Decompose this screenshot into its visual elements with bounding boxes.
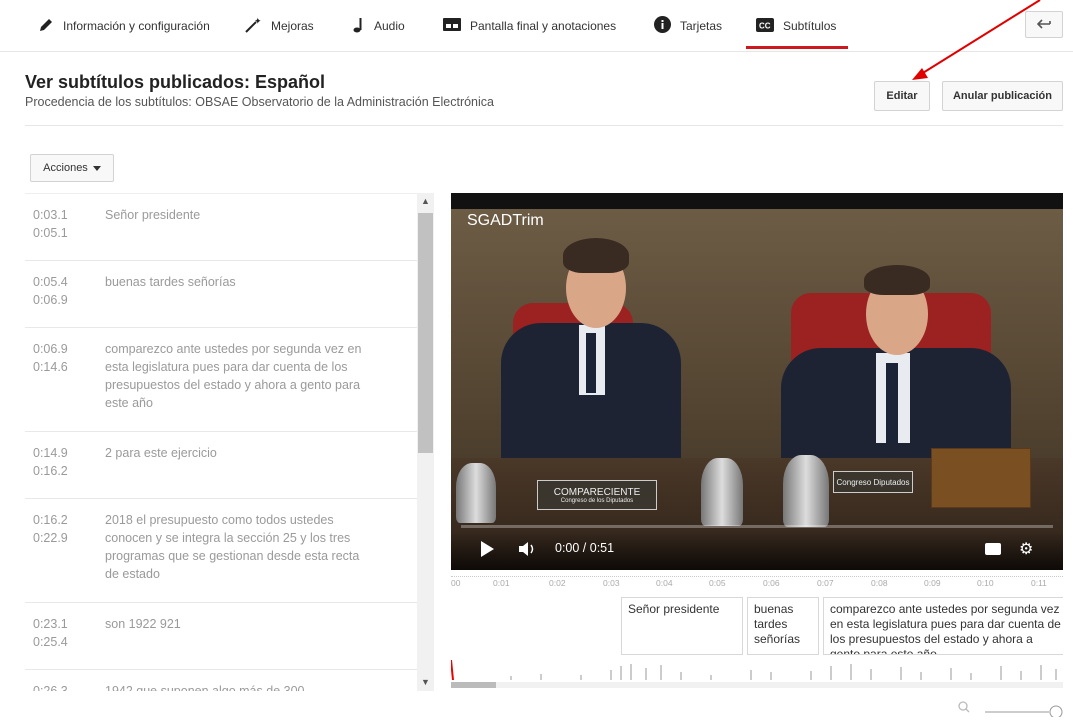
caption-text: buenas tardes señorías	[105, 275, 236, 289]
zoom-icon	[958, 701, 968, 711]
thermos	[456, 463, 496, 523]
scroll-up-icon[interactable]: ▲	[421, 196, 430, 206]
timeline-tick: 0:05	[709, 578, 726, 588]
timeline-tick: 0:01	[493, 578, 510, 588]
caption-row[interactable]: 0:05.4 0:06.9 buenas tardes señorías	[25, 261, 417, 328]
tab-label: Mejoras	[271, 19, 314, 33]
info-icon	[654, 16, 671, 36]
svg-text:✦: ✦	[254, 16, 262, 26]
hair	[864, 265, 930, 295]
caption-row[interactable]: 0:03.1 0:05.1 Señor presidente	[25, 194, 417, 261]
unpublish-button[interactable]: Anular publicación	[942, 81, 1063, 111]
tab-label: Pantalla final y anotaciones	[470, 19, 617, 33]
timeline-caption-segment[interactable]: Señor presidente	[621, 597, 743, 655]
gear-icon[interactable]: ⚙	[1019, 539, 1033, 559]
video-controls: 0:00 / 0:51 ⚙	[451, 531, 1063, 570]
caption-row[interactable]: 0:26.3 1942 que suponen algo más de 300	[25, 670, 417, 691]
caption-row[interactable]: 0:23.1 0:25.4 son 1922 921	[25, 603, 417, 670]
tab-label: Audio	[374, 19, 405, 33]
caption-text: 2 para este ejercicio	[105, 446, 217, 460]
svg-text:CC: CC	[759, 21, 771, 30]
volume-icon[interactable]	[519, 541, 539, 562]
timeline-tick: 0:10	[977, 578, 994, 588]
caption-times: 0:05.4 0:06.9	[33, 275, 68, 307]
timeline-zoom-slider[interactable]	[957, 699, 1063, 719]
timeline-scroll-thumb[interactable]	[451, 682, 496, 688]
scroll-thumb[interactable]	[418, 213, 433, 453]
timeline-tick: 0:07	[817, 578, 834, 588]
captions-toggle-icon[interactable]	[985, 543, 1001, 555]
timeline-tick: 0:11	[1031, 578, 1047, 588]
thermos	[701, 458, 743, 526]
timeline-ruler	[451, 572, 1063, 577]
page-title: Ver subtítulos publicados: Español	[25, 72, 326, 92]
caption-times: 0:23.1 0:25.4	[33, 617, 68, 649]
audio-waveform	[451, 660, 1057, 680]
caption-row[interactable]: 0:14.9 0:16.2 2 para este ejercicio	[25, 432, 417, 499]
nameplate: COMPARECIENTE Congreso de los Diputados	[537, 480, 657, 510]
caption-timeline[interactable]: 00 0:01 0:02 0:03 0:04 0:05 0:06 0:07 0:…	[451, 572, 1063, 690]
divider	[25, 125, 1063, 126]
caption-times: 0:03.1 0:05.1	[33, 208, 68, 240]
edit-button[interactable]: Editar	[874, 81, 930, 111]
tab-info-settings[interactable]: Información y configuración	[38, 14, 210, 38]
caption-times: 0:14.9 0:16.2	[33, 446, 68, 478]
tab-enhancements[interactable]: ✦ Mejoras	[244, 14, 314, 38]
tab-audio[interactable]: Audio	[353, 14, 405, 38]
timeline-tick: 0:03	[603, 578, 620, 588]
end-screen-icon	[443, 18, 461, 34]
timeline-scrollbar[interactable]	[451, 682, 1063, 688]
timeline-tick: 00	[451, 578, 461, 588]
timeline-tick: 0:06	[763, 578, 780, 588]
play-icon[interactable]	[481, 541, 494, 557]
chevron-down-icon	[92, 165, 101, 171]
music-note-icon	[353, 17, 365, 36]
timeline-caption-segment[interactable]: comparezco ante ustedes por segunda vez …	[823, 597, 1063, 655]
tab-end-screen[interactable]: Pantalla final y anotaciones	[443, 14, 616, 38]
magic-wand-icon: ✦	[244, 16, 262, 37]
caption-times: 0:06.9 0:14.6	[33, 342, 68, 374]
caption-text: Señor presidente	[105, 208, 201, 222]
video-watermark: SGADTrim	[467, 212, 544, 229]
caption-scrollbar[interactable]: ▲ ▼	[417, 193, 434, 691]
actions-dropdown[interactable]: Acciones	[30, 154, 114, 182]
caption-text: son 1922 921	[105, 617, 181, 631]
timeline-tick: 0:02	[549, 578, 566, 588]
caption-row[interactable]: 0:06.9 0:14.6 comparezco ante ustedes por…	[25, 328, 417, 432]
tab-cards[interactable]: Tarjetas	[654, 14, 722, 38]
wooden-box	[931, 448, 1031, 508]
tab-bar: Información y configuración ✦ Mejoras Au…	[0, 0, 1073, 52]
caption-times: 0:26.3	[33, 684, 68, 691]
nameplate: Congreso Diputados	[833, 471, 913, 493]
cc-icon: CC	[756, 17, 774, 35]
tie	[586, 333, 596, 393]
tab-label: Tarjetas	[680, 19, 723, 33]
pencil-icon	[38, 17, 54, 36]
timeline-tick: 0:08	[871, 578, 888, 588]
video-time: 0:00 / 0:51	[555, 541, 615, 555]
caption-source: Procedencia de los subtítulos: OBSAE Obs…	[25, 95, 494, 109]
caption-text: 2018 el presupuesto como todos ustedes c…	[105, 513, 360, 581]
tab-label: Información y configuración	[63, 19, 210, 33]
video-player[interactable]: COMPARECIENTE Congreso de los Diputados …	[451, 193, 1063, 570]
timeline-caption-segment[interactable]: buenas tardes señorías	[747, 597, 819, 655]
scroll-down-icon[interactable]: ▼	[421, 677, 430, 687]
back-arrow-icon	[1036, 16, 1051, 34]
tab-label: Subtítulos	[783, 19, 837, 33]
actions-label: Acciones	[43, 162, 88, 174]
caption-list[interactable]: 0:03.1 0:05.1 Señor presidente 0:05.4 0:06…	[25, 193, 417, 691]
video-progress-bar[interactable]	[461, 525, 1053, 528]
caption-times: 0:16.2 0:22.9	[33, 513, 68, 545]
timeline-tick: 0:09	[924, 578, 941, 588]
caption-text: comparezco ante ustedes por segunda vez …	[105, 342, 362, 410]
video-scene	[451, 193, 1063, 209]
tab-subtitles[interactable]: CC Subtítulos	[745, 14, 849, 49]
caption-row[interactable]: 0:16.2 0:22.9 2018 el presupuesto como to…	[25, 499, 417, 603]
thermos	[783, 455, 829, 527]
back-button[interactable]	[1025, 11, 1063, 38]
tie	[886, 363, 898, 443]
timeline-tick: 0:04	[656, 578, 673, 588]
hair	[563, 238, 629, 273]
caption-text: 1942 que suponen algo más de 300	[105, 684, 305, 691]
